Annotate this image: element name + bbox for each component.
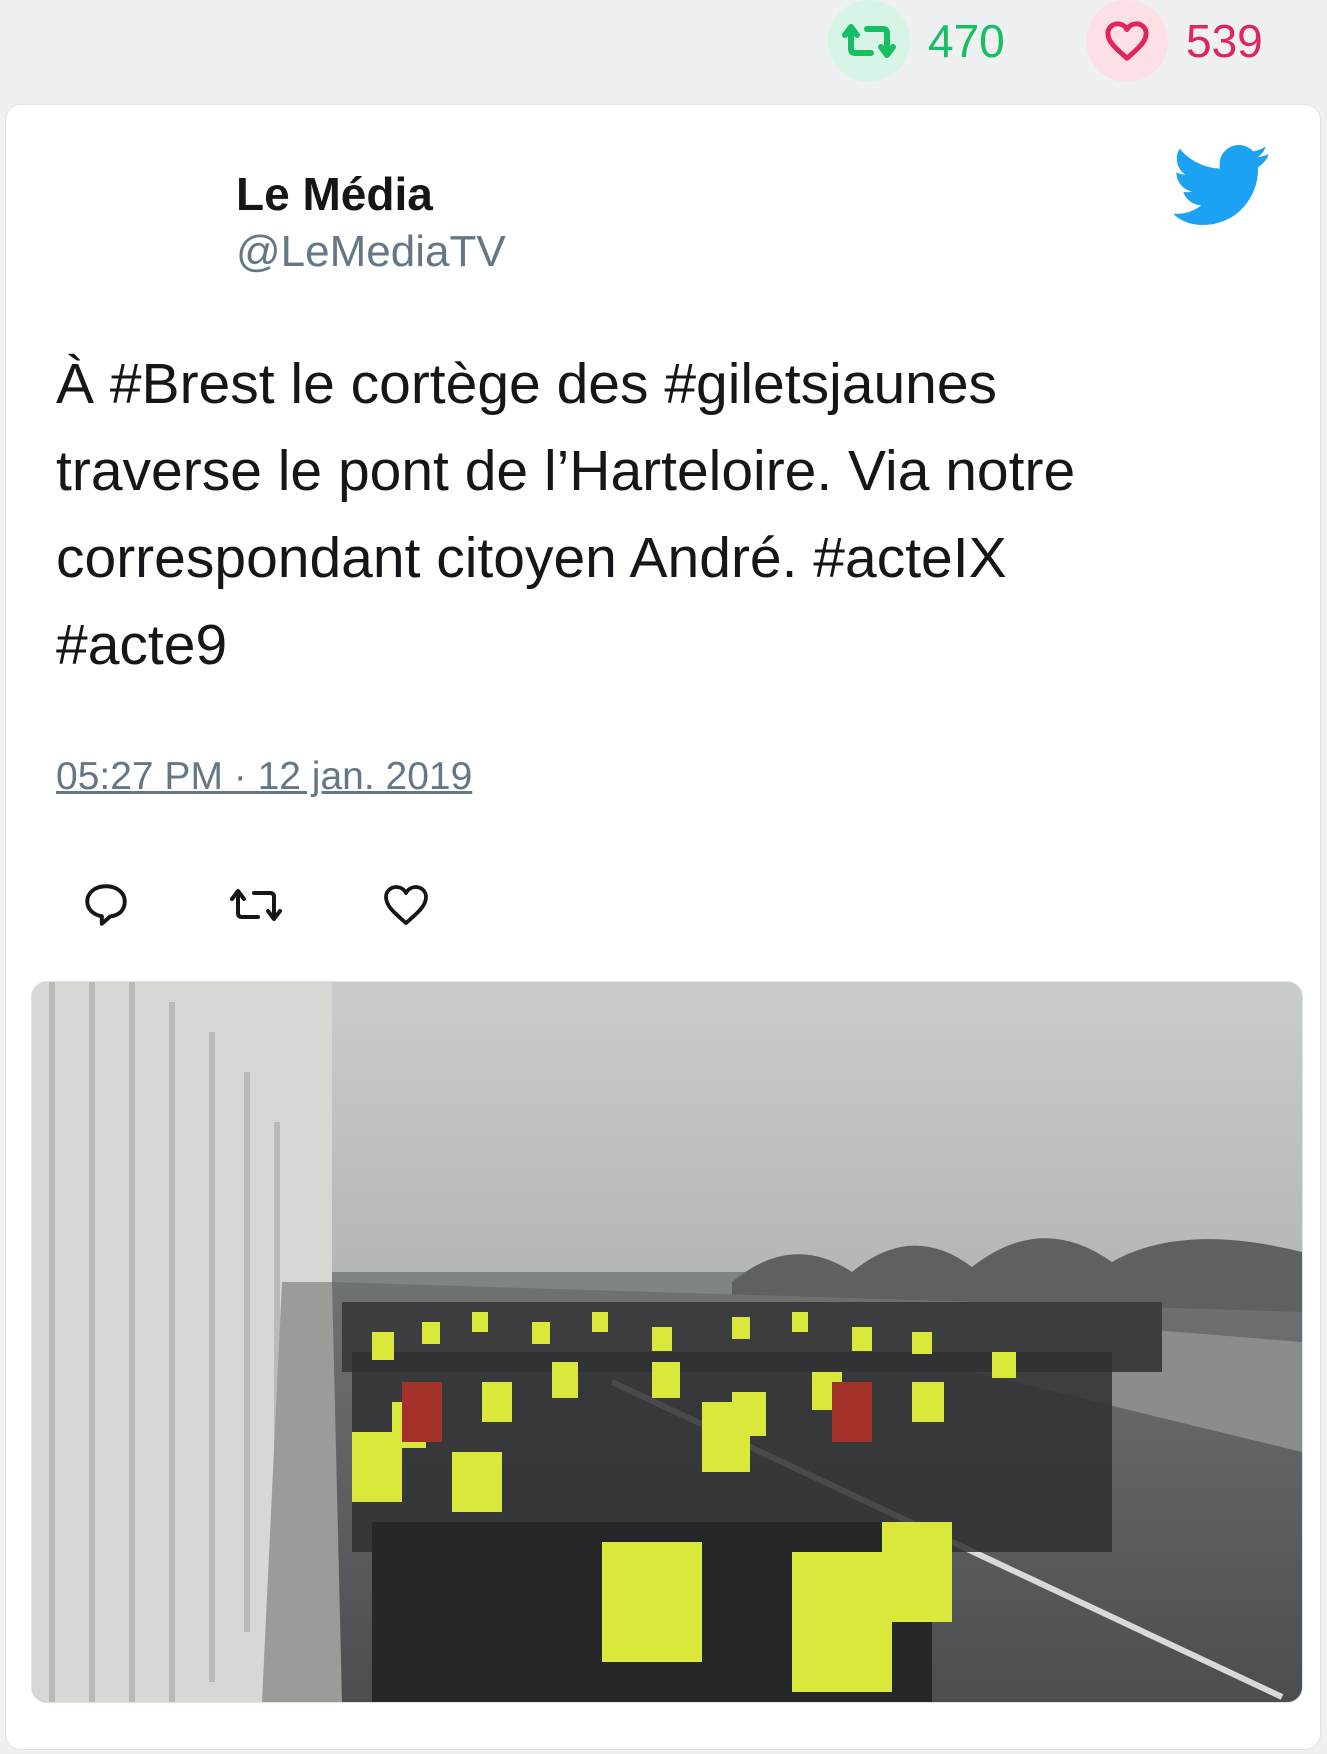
protest-photo bbox=[32, 982, 1302, 1702]
retweet-icon bbox=[828, 0, 910, 82]
reply-button[interactable] bbox=[76, 875, 136, 935]
tweet-card: Le Média @LeMediaTV À #Brest le cortège … bbox=[5, 104, 1321, 1750]
retweet-button[interactable] bbox=[226, 875, 286, 935]
like-button[interactable] bbox=[376, 875, 436, 935]
author-handle[interactable]: @LeMediaTV bbox=[236, 227, 506, 277]
reply-icon bbox=[85, 884, 127, 926]
tweet-timestamp[interactable]: 05:27 PM · 12 jan. 2019 bbox=[56, 755, 472, 799]
heart-icon bbox=[384, 885, 428, 925]
retweet-icon bbox=[230, 889, 282, 921]
retweet-count: 470 bbox=[928, 15, 1005, 67]
like-count: 539 bbox=[1186, 15, 1263, 67]
author-name[interactable]: Le Média bbox=[236, 167, 433, 221]
tweet-photo[interactable] bbox=[31, 981, 1303, 1703]
retweet-stat[interactable]: 470 bbox=[828, 0, 1005, 82]
heart-icon bbox=[1086, 0, 1168, 82]
tweet-text: À #Brest le cortège des #giletsjaunes tr… bbox=[56, 352, 1076, 677]
like-stat[interactable]: 539 bbox=[1086, 0, 1263, 82]
twitter-bird-icon[interactable] bbox=[1174, 145, 1270, 225]
engagement-stats: 470 539 bbox=[0, 0, 1327, 95]
